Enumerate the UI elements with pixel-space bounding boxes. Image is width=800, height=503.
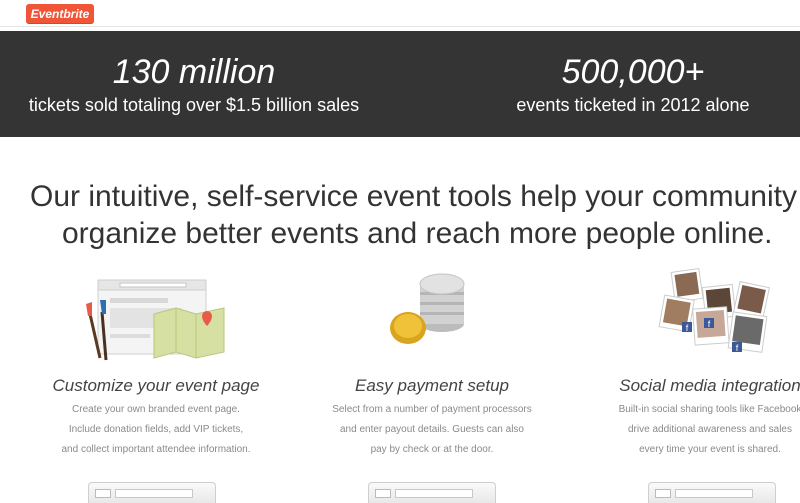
stat-value: 130 million xyxy=(112,53,276,91)
window-buttons-icon xyxy=(655,489,671,498)
feature-desc-line: drive additional awareness and sales xyxy=(628,424,792,435)
feature-title: Easy payment setup xyxy=(354,376,510,395)
stat-value: 500,000+ xyxy=(561,53,705,91)
window-buttons-icon xyxy=(375,489,391,498)
stats-band: 130 million tickets sold totaling over $… xyxy=(0,31,800,137)
address-bar xyxy=(675,489,753,498)
customize-illustration-icon xyxy=(26,262,286,366)
stat-events-ticketed: 500,000+ events ticketed in 2012 alone xyxy=(478,53,788,117)
page-headline: Our intuitive, self-service event tools … xyxy=(22,178,800,252)
address-bar xyxy=(395,489,473,498)
feature-desc-line: Create your own branded event page. xyxy=(72,404,240,415)
feature-desc-line: every time your event is shared. xyxy=(639,444,781,455)
feature-desc-line: Built-in social sharing tools like Faceb… xyxy=(618,404,800,415)
feature-desc-line: and collect important attendee informati… xyxy=(61,444,251,455)
feature-desc-line: Include donation fields, add VIP tickets… xyxy=(68,424,244,435)
headline-line-2: organize better events and reach more pe… xyxy=(62,217,773,250)
headline-line-1: Our intuitive, self-service event tools … xyxy=(30,180,797,213)
stat-label: tickets sold totaling over $1.5 billion … xyxy=(28,95,360,115)
social-photos-icon: f f f xyxy=(580,262,800,366)
stat-tickets-sold: 130 million tickets sold totaling over $… xyxy=(6,53,382,117)
coins-icon xyxy=(302,262,562,366)
feature-title: Social media integration xyxy=(619,376,800,395)
window-buttons-icon xyxy=(95,489,111,498)
feature-social: f f f Social media integration Built-in … xyxy=(580,262,800,460)
feature-desc-line: Select from a number of payment processo… xyxy=(332,404,532,415)
feature-payment: Easy payment setup Select from a number … xyxy=(302,262,562,460)
site-header: Eventbrite xyxy=(0,0,800,27)
stat-label: events ticketed in 2012 alone xyxy=(516,95,750,115)
address-bar xyxy=(115,489,193,498)
eventbrite-logo[interactable]: Eventbrite xyxy=(26,4,94,24)
feature-customize: Customize your event page Create your ow… xyxy=(26,262,286,460)
feature-title: Customize your event page xyxy=(52,376,260,395)
feature-desc-line: and enter payout details. Guests can als… xyxy=(339,424,524,435)
feature-desc-line: pay by check or at the door. xyxy=(370,444,494,455)
